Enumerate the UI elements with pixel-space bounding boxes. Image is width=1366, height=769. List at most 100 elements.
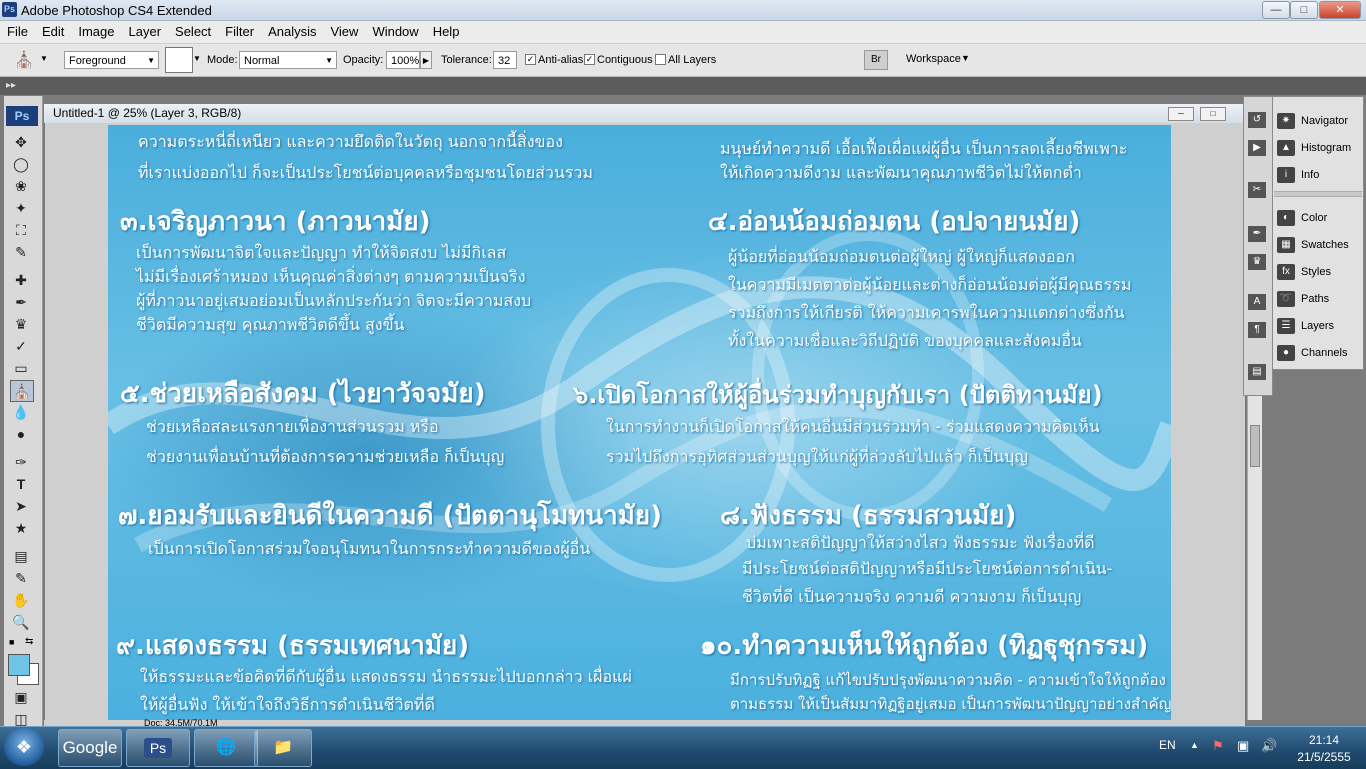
canvas[interactable]: ความตระหนี่ถี่เหนียว และความยึดติดในวัตถ… bbox=[108, 125, 1171, 720]
menu-image[interactable]: Image bbox=[71, 21, 121, 43]
custom-shape-tool-icon[interactable]: ★ bbox=[10, 518, 32, 538]
taskbar-explorer-folder-icon[interactable]: 📁 bbox=[254, 729, 312, 767]
chevron-down-icon[interactable]: ▼ bbox=[961, 53, 970, 63]
navigator-panel-tab[interactable]: ✷ Navigator bbox=[1277, 109, 1361, 133]
paint-bucket-tool-icon[interactable]: ⛪ bbox=[10, 380, 34, 402]
color-panel-tab[interactable]: ◐ Color bbox=[1277, 206, 1361, 230]
menu-view[interactable]: View bbox=[323, 21, 365, 43]
language-indicator[interactable]: EN bbox=[1159, 738, 1176, 752]
swatches-panel-tab[interactable]: ▦ Swatches bbox=[1277, 233, 1361, 257]
zoom-tool-icon[interactable]: 🔍 bbox=[10, 612, 32, 632]
paths-panel-tab[interactable]: ➰ Paths bbox=[1277, 287, 1361, 311]
pattern-swatch[interactable] bbox=[165, 47, 193, 73]
body-6-line-1: ในการทำงานก็เปิดโอกาสให้คนอื่นมีส่วนร่วม… bbox=[606, 417, 1100, 436]
eyedropper-tool-icon[interactable]: ✎ bbox=[10, 242, 32, 262]
clone-source-icon[interactable]: ♛ bbox=[1248, 254, 1266, 270]
menu-analysis[interactable]: Analysis bbox=[261, 21, 323, 43]
color-sampler-tool-icon[interactable]: ✎ bbox=[10, 568, 32, 588]
foreground-color-swatch[interactable] bbox=[8, 654, 30, 676]
collapse-arrows-icon[interactable]: ▸▸ bbox=[6, 80, 16, 91]
contiguous-checkbox[interactable]: ✓ bbox=[584, 54, 595, 65]
workspace-button[interactable]: Workspace bbox=[906, 50, 961, 68]
character-panel-icon[interactable]: A bbox=[1248, 294, 1266, 310]
menu-window[interactable]: Window bbox=[365, 21, 425, 43]
hand-tool-icon[interactable]: ✋ bbox=[10, 590, 32, 610]
lasso-tool-icon[interactable]: ❀ bbox=[10, 176, 32, 196]
body-4-line-1: ผู้น้อยที่อ่อนน้อมถ่อมตนต่อผู้ใหญ่ ผู้ให… bbox=[728, 247, 1075, 266]
volume-icon[interactable]: 🔊 bbox=[1261, 738, 1277, 754]
default-colors-icon[interactable]: ■ bbox=[9, 637, 14, 647]
doc-restore-button[interactable]: □ bbox=[1200, 107, 1226, 121]
menu-file[interactable]: File bbox=[0, 21, 35, 43]
body-4-line-4: ทั้งในความเชื่อและวิถีปฏิบัติ ของบุคคลแล… bbox=[728, 331, 1082, 350]
clock-time[interactable]: 21:14 bbox=[1294, 733, 1354, 747]
network-icon[interactable]: ▣ bbox=[1237, 738, 1249, 754]
opacity-input[interactable]: 100% bbox=[386, 51, 420, 69]
histogram-panel-tab[interactable]: ▲ Histogram bbox=[1277, 136, 1361, 160]
magic-wand-tool-icon[interactable]: ✦ bbox=[10, 198, 32, 218]
paragraph-panel-icon[interactable]: ¶ bbox=[1248, 322, 1266, 338]
opacity-label: Opacity: bbox=[343, 54, 384, 66]
scroll-thumb[interactable] bbox=[1250, 425, 1260, 467]
type-tool-icon[interactable]: T bbox=[10, 474, 32, 494]
path-selection-tool-icon[interactable]: ➤ bbox=[10, 496, 32, 516]
taskbar-google-chrome[interactable]: Google bbox=[58, 729, 122, 767]
info-panel-tab[interactable]: i Info bbox=[1277, 163, 1361, 187]
marquee-tool-icon[interactable]: ◯ bbox=[10, 154, 32, 174]
quick-mask-icon[interactable]: ▣ bbox=[10, 687, 32, 707]
taskbar-photoshop-label: Ps bbox=[143, 738, 173, 758]
tool-presets-icon[interactable]: ✂ bbox=[1248, 182, 1266, 198]
move-tool-icon[interactable]: ✥ bbox=[10, 132, 32, 152]
heading-4: ๔.อ่อนน้อมถ่อมตน (อปจายนมัย) bbox=[708, 207, 1081, 237]
notes-panel-icon[interactable]: ▤ bbox=[1248, 364, 1266, 380]
styles-label: Styles bbox=[1301, 266, 1331, 278]
menu-help[interactable]: Help bbox=[426, 21, 467, 43]
chevron-down-icon[interactable]: ▼ bbox=[40, 54, 48, 63]
blur-tool-icon[interactable]: 💧 bbox=[10, 402, 32, 422]
bridge-icon[interactable]: Br bbox=[864, 50, 888, 70]
brush-tool-icon[interactable]: ✒ bbox=[10, 292, 32, 312]
panel-stack: ✷ Navigator ▲ Histogram i Info ◐ Color ▦ Swat… bbox=[1272, 96, 1364, 370]
tolerance-input[interactable]: 32 bbox=[493, 51, 517, 69]
history-brush-tool-icon[interactable]: ✓ bbox=[10, 336, 32, 356]
notes-tool-icon[interactable]: ▤ bbox=[10, 546, 32, 566]
antialias-checkbox[interactable]: ✓ bbox=[525, 54, 536, 65]
opacity-slider-arrow-icon[interactable]: ▶ bbox=[420, 51, 432, 69]
body-3-line-4: ชีวิตมีความสุข คุณภาพชีวิตดีขึ้น สูงขึ้น bbox=[136, 315, 405, 334]
minimize-button[interactable]: — bbox=[1262, 1, 1290, 19]
close-button[interactable]: ✕ bbox=[1319, 1, 1361, 19]
menu-select[interactable]: Select bbox=[168, 21, 218, 43]
clock-date[interactable]: 21/5/2555 bbox=[1294, 750, 1354, 764]
styles-panel-tab[interactable]: fx Styles bbox=[1277, 260, 1361, 284]
healing-brush-tool-icon[interactable]: ✚ bbox=[10, 270, 32, 290]
all-layers-checkbox[interactable] bbox=[655, 54, 666, 65]
paint-bucket-tool-preset-icon[interactable]: ⛪ bbox=[14, 50, 34, 70]
eraser-tool-icon[interactable]: ▭ bbox=[10, 358, 32, 378]
start-button[interactable]: ❖ bbox=[4, 728, 44, 766]
dodge-tool-icon[interactable]: ● bbox=[10, 424, 32, 444]
menu-edit[interactable]: Edit bbox=[35, 21, 71, 43]
mode-select[interactable]: Normal ▼ bbox=[239, 51, 337, 69]
paths-icon: ➰ bbox=[1277, 291, 1295, 307]
layers-panel-tab[interactable]: ☰ Layers bbox=[1277, 314, 1361, 338]
menu-filter[interactable]: Filter bbox=[218, 21, 261, 43]
history-panel-icon[interactable]: ↺ bbox=[1248, 112, 1266, 128]
channels-panel-tab[interactable]: ● Channels bbox=[1277, 341, 1361, 365]
actions-panel-icon[interactable]: ▶ bbox=[1248, 140, 1266, 156]
taskbar-photoshop[interactable]: Ps bbox=[126, 729, 190, 767]
taskbar-browser-globe-icon[interactable]: 🌐 bbox=[194, 729, 258, 767]
maximize-button[interactable]: □ bbox=[1290, 1, 1318, 19]
action-center-flag-icon[interactable]: ⚑ bbox=[1212, 738, 1224, 754]
body-7-line-1: เป็นการเปิดโอกาสร่วมใจอนุโมทนาในการกระทำ… bbox=[148, 539, 591, 558]
doc-minimize-button[interactable]: ─ bbox=[1168, 107, 1194, 121]
toolbox-logo: Ps bbox=[6, 106, 38, 126]
clone-stamp-tool-icon[interactable]: ♛ bbox=[10, 314, 32, 334]
pen-tool-icon[interactable]: ✑ bbox=[10, 452, 32, 472]
menu-layer[interactable]: Layer bbox=[122, 21, 169, 43]
crop-tool-icon[interactable]: ⛶ bbox=[10, 220, 32, 240]
show-hidden-icons-icon[interactable]: ▲ bbox=[1190, 740, 1199, 750]
chevron-down-icon[interactable]: ▼ bbox=[193, 54, 201, 63]
swap-colors-icon[interactable]: ⇆ bbox=[25, 636, 33, 647]
brushes-panel-icon[interactable]: ✒ bbox=[1248, 226, 1266, 242]
fill-source-select[interactable]: Foreground ▼ bbox=[64, 51, 159, 69]
